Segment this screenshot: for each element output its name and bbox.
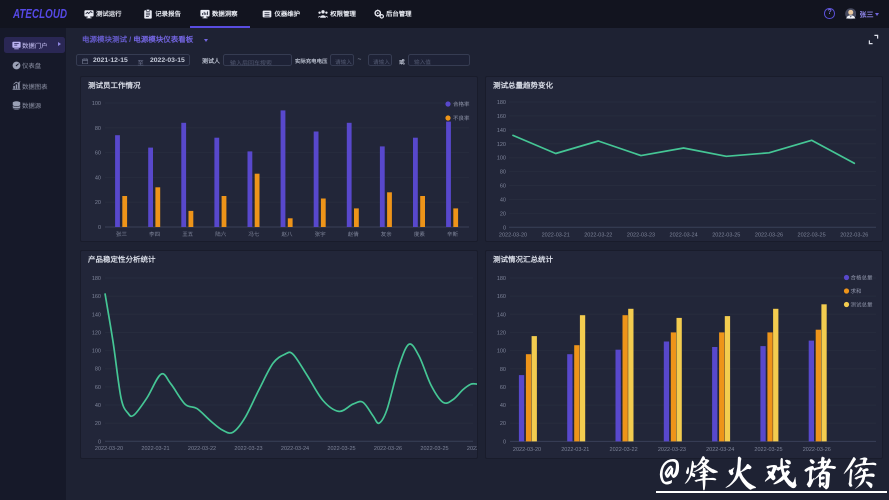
svg-text:40: 40 bbox=[500, 198, 506, 204]
svg-text:王五: 王五 bbox=[182, 231, 194, 238]
svg-text:张三: 张三 bbox=[116, 231, 128, 238]
svg-text:赵八: 赵八 bbox=[281, 231, 293, 238]
svg-text:求和: 求和 bbox=[851, 288, 862, 295]
svg-text:120: 120 bbox=[497, 142, 506, 148]
svg-text:2022-03-26: 2022-03-26 bbox=[374, 446, 402, 452]
svg-text:度素: 度素 bbox=[414, 231, 426, 238]
svg-text:2022-03-24: 2022-03-24 bbox=[670, 233, 698, 239]
svg-text:辛斯: 辛斯 bbox=[447, 231, 459, 238]
svg-text:2022-03-25: 2022-03-25 bbox=[798, 233, 826, 239]
svg-text:2022-03-20: 2022-03-20 bbox=[95, 446, 123, 452]
svg-text:2022-03-25: 2022-03-25 bbox=[712, 233, 740, 239]
svg-text:2022-03-25: 2022-03-25 bbox=[420, 446, 448, 452]
svg-text:2022-03-24: 2022-03-24 bbox=[706, 447, 734, 453]
svg-text:张宇: 张宇 bbox=[315, 231, 327, 238]
svg-text:2022-03-21: 2022-03-21 bbox=[141, 446, 169, 452]
svg-text:2022-03-26: 2022-03-26 bbox=[467, 446, 477, 452]
svg-text:80: 80 bbox=[95, 367, 101, 373]
svg-text:60: 60 bbox=[95, 385, 101, 391]
svg-text:0: 0 bbox=[503, 225, 506, 231]
svg-text:120: 120 bbox=[92, 331, 101, 337]
svg-text:友亲: 友亲 bbox=[381, 231, 393, 238]
svg-text:陆六: 陆六 bbox=[215, 231, 227, 238]
svg-text:不良率: 不良率 bbox=[453, 115, 470, 122]
svg-text:100: 100 bbox=[497, 349, 506, 355]
svg-text:60: 60 bbox=[500, 184, 506, 190]
svg-text:100: 100 bbox=[92, 101, 101, 107]
svg-text:2022-03-25: 2022-03-25 bbox=[327, 446, 355, 452]
svg-text:20: 20 bbox=[500, 421, 506, 427]
svg-text:0: 0 bbox=[98, 225, 101, 231]
svg-text:160: 160 bbox=[497, 114, 506, 120]
svg-text:2022-03-24: 2022-03-24 bbox=[281, 446, 309, 452]
svg-text:40: 40 bbox=[95, 403, 101, 409]
svg-text:2022-03-26: 2022-03-26 bbox=[755, 233, 783, 239]
svg-text:100: 100 bbox=[497, 156, 506, 162]
svg-text:0: 0 bbox=[503, 439, 506, 445]
svg-text:合格总量: 合格总量 bbox=[851, 275, 874, 282]
svg-text:140: 140 bbox=[92, 312, 101, 318]
svg-text:60: 60 bbox=[95, 151, 101, 157]
svg-text:2022-03-22: 2022-03-22 bbox=[584, 233, 612, 239]
svg-text:140: 140 bbox=[497, 312, 506, 318]
svg-text:180: 180 bbox=[92, 276, 101, 282]
svg-text:0: 0 bbox=[98, 439, 101, 445]
svg-text:180: 180 bbox=[497, 100, 506, 106]
svg-text:160: 160 bbox=[497, 294, 506, 300]
svg-text:60: 60 bbox=[500, 385, 506, 391]
svg-text:2022-03-21: 2022-03-21 bbox=[561, 447, 589, 453]
svg-text:2022-03-26: 2022-03-26 bbox=[840, 233, 868, 239]
svg-text:2022-03-20: 2022-03-20 bbox=[499, 233, 527, 239]
svg-text:2022-03-26: 2022-03-26 bbox=[803, 447, 831, 453]
svg-text:80: 80 bbox=[95, 126, 101, 132]
svg-text:140: 140 bbox=[497, 128, 506, 134]
svg-text:2022-03-23: 2022-03-23 bbox=[234, 446, 262, 452]
svg-text:赵倩: 赵倩 bbox=[348, 231, 360, 238]
svg-text:2022-03-22: 2022-03-22 bbox=[610, 447, 638, 453]
svg-text:2022-03-23: 2022-03-23 bbox=[658, 447, 686, 453]
svg-text:40: 40 bbox=[500, 403, 506, 409]
svg-text:2022-03-23: 2022-03-23 bbox=[627, 233, 655, 239]
svg-text:测试总量: 测试总量 bbox=[851, 302, 874, 309]
svg-text:20: 20 bbox=[500, 211, 506, 217]
svg-text:合格率: 合格率 bbox=[453, 101, 470, 108]
svg-text:李四: 李四 bbox=[149, 231, 160, 238]
svg-text:2022-03-25: 2022-03-25 bbox=[754, 447, 782, 453]
svg-text:160: 160 bbox=[92, 294, 101, 300]
svg-text:180: 180 bbox=[497, 276, 506, 282]
svg-text:40: 40 bbox=[95, 175, 101, 181]
svg-text:100: 100 bbox=[92, 349, 101, 355]
svg-text:2022-03-21: 2022-03-21 bbox=[542, 233, 570, 239]
svg-text:120: 120 bbox=[497, 330, 506, 336]
svg-text:20: 20 bbox=[95, 200, 101, 206]
svg-text:冯七: 冯七 bbox=[248, 231, 260, 238]
svg-text:2022-03-20: 2022-03-20 bbox=[513, 447, 541, 453]
svg-text:80: 80 bbox=[500, 170, 506, 176]
svg-text:20: 20 bbox=[95, 421, 101, 427]
svg-text:2022-03-22: 2022-03-22 bbox=[188, 446, 216, 452]
svg-text:80: 80 bbox=[500, 367, 506, 373]
